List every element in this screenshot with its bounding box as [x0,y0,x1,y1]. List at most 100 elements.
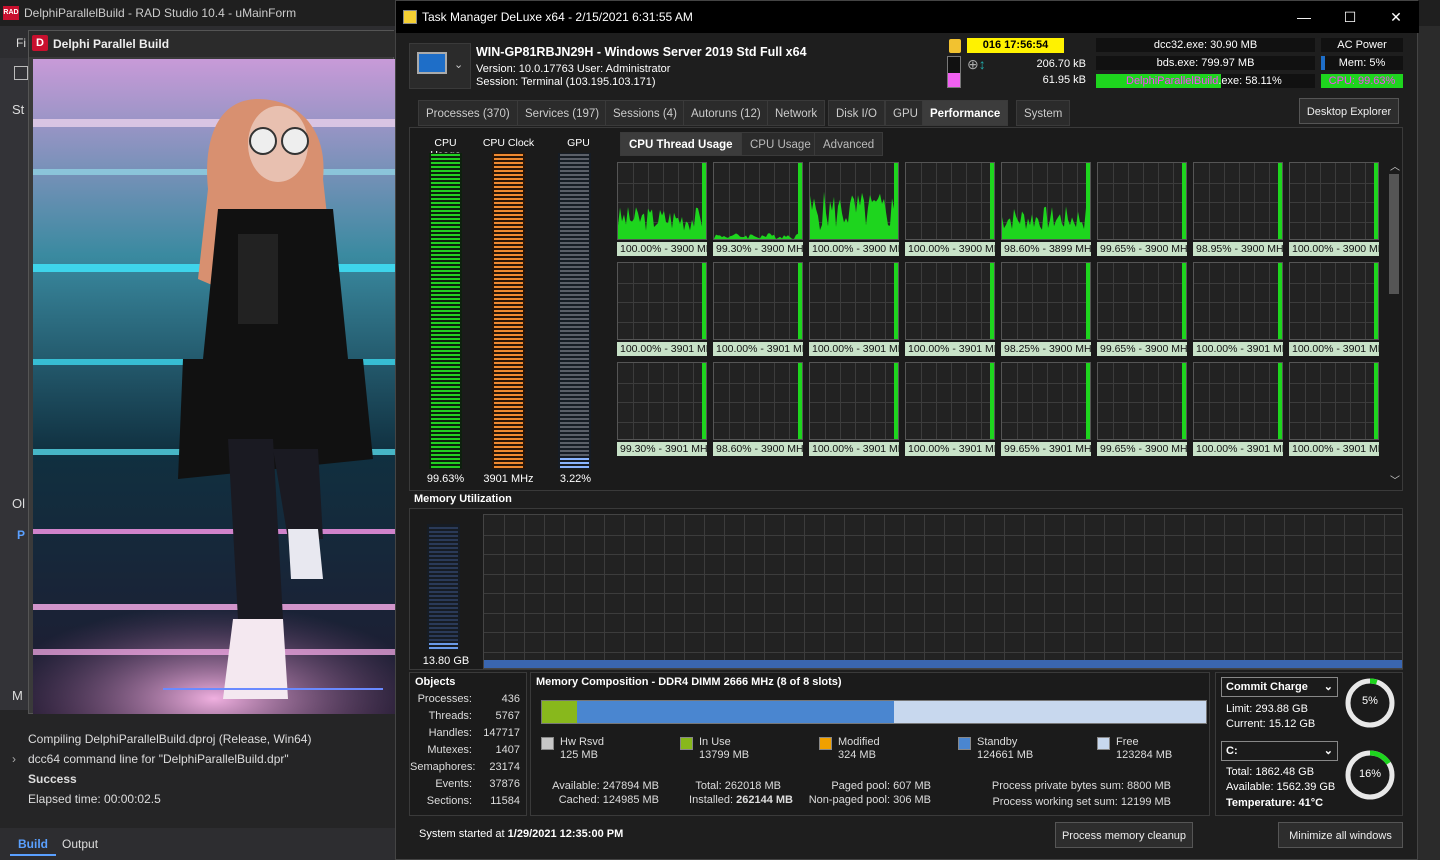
minimize-all-button[interactable]: Minimize all windows [1278,822,1403,848]
core-graph [905,162,995,240]
meter-segment [494,354,523,356]
core-cell: 100.00% - 3900 MHz [617,162,707,256]
grid-line [864,515,865,668]
meter-segment [429,631,458,633]
core-current-bar [990,263,994,339]
composition-panel: Memory Composition - DDR4 DIMM 2666 MHz … [530,672,1210,816]
meter-segment [560,466,589,468]
meter-segment [560,302,589,304]
subtab-cpu-usage[interactable]: CPU Usage [741,132,820,156]
tab-network[interactable]: Network [767,100,826,126]
tab-services[interactable]: Services (197) [517,100,608,126]
meter-segment [431,242,460,244]
meter-segment [431,282,460,284]
session-info: Session: Terminal (103.195.103.171) [476,76,656,88]
core-current-bar [702,263,706,339]
tab-output[interactable]: Output [62,832,98,856]
meter-segment [431,238,460,240]
object-key: Mutexes: [427,744,472,756]
dpb-title-bar: D Delphi Parallel Build [29,31,395,57]
core-label: 100.00% - 3901 MHz [1193,442,1283,456]
core-scrollbar[interactable]: ︿ ﹀ [1387,158,1401,488]
grid-line [1224,515,1225,668]
meter-segment [560,314,589,316]
meter-segment [429,563,458,565]
subtab-advanced[interactable]: Advanced [814,132,884,156]
scroll-down-icon[interactable]: ﹀ [1390,472,1400,487]
desktop-explorer-button[interactable]: Desktop Explorer [1299,98,1399,124]
tab-build[interactable]: Build [10,832,56,856]
meter-segment [431,258,460,260]
meter-segment [431,354,460,356]
tm-title-bar: Task Manager DeLuxe x64 - 2/15/2021 6:31… [396,1,1419,33]
scroll-up-icon[interactable]: ︿ [1390,158,1400,173]
meter-segment [429,627,458,629]
grid-line [1098,221,1186,223]
meter-segment [431,230,460,232]
tab-autoruns[interactable]: Autoruns (12) [683,100,769,126]
commit-select[interactable]: Commit Charge ⌄ [1221,677,1338,697]
core-graph [617,162,707,240]
core-graph [617,362,707,440]
tab-processes[interactable]: Processes (370) [418,100,518,126]
core-current-bar [1374,263,1378,339]
meter-segment [429,551,458,553]
meter-segment [560,394,589,396]
meter-segment [560,390,589,392]
mem-private: Process private bytes sum: 8800 MB [991,780,1171,792]
meter-segment [431,202,460,204]
core-graph [1097,362,1187,440]
file-icon[interactable] [14,66,28,80]
tab-system[interactable]: System [1016,100,1071,126]
meter-segment [494,394,523,396]
menu-file[interactable]: Fi [16,36,26,50]
maximize-button[interactable]: ☐ [1327,1,1373,33]
grid-line [1098,421,1186,423]
memory-cleanup-button[interactable]: Process memory cleanup [1055,822,1193,848]
close-button[interactable]: ✕ [1373,1,1419,33]
meter-segment [494,334,523,336]
subtab-cpu-thread-usage[interactable]: CPU Thread Usage [620,132,742,156]
computer-selector[interactable]: ⌄ [409,43,471,89]
tab-gpu[interactable]: GPU [885,100,926,126]
core-label: 100.00% - 3901 MHz [1289,442,1379,456]
tab-sessions[interactable]: Sessions (4) [605,100,685,126]
grid-line [504,515,505,668]
grid-line [1194,302,1282,303]
proc-stat-3-rest: .exe: 58.11% [1218,75,1282,87]
meter-segment [560,234,589,236]
meter-segment [494,174,523,176]
meter-segment [560,266,589,268]
log-elapsed: Elapsed time: 00:00:02.5 [28,792,161,806]
meter-segment [429,607,458,609]
meter-segment [431,366,460,368]
minimize-button[interactable]: — [1281,1,1327,33]
core-label: 98.60% - 3900 MHz [713,442,803,456]
core-label: 98.25% - 3900 MHz [1001,342,1091,356]
meter-segment [429,531,458,533]
meter-segment [560,286,589,288]
commit-select-label: Commit Charge [1226,681,1308,693]
scroll-thumb[interactable] [1389,174,1399,294]
proc-stat-1: dcc32.exe: 30.90 MB [1096,38,1315,52]
meter-segment [560,362,589,364]
disk-select[interactable]: C: ⌄ [1221,741,1338,761]
core-current-bar [990,163,994,239]
grid-line [484,651,1402,653]
meter-segment [431,286,460,288]
grid-line [1098,282,1186,284]
cpu-usage-meter [429,153,462,469]
tab-disk-i-o[interactable]: Disk I/O [828,100,885,126]
meter-segment [431,338,460,340]
meter-segment [431,374,460,376]
disk-select-label: C: [1226,745,1238,757]
tab-performance[interactable]: Performance [922,100,1009,126]
grid-line [714,302,802,303]
meter-segment [494,410,523,412]
grid-line [1290,321,1378,323]
core-current-bar [798,363,802,439]
meter-segment [431,154,460,156]
meter-segment [494,466,523,468]
chevron-right-icon[interactable]: › [12,752,16,766]
grid-line [1002,302,1090,303]
